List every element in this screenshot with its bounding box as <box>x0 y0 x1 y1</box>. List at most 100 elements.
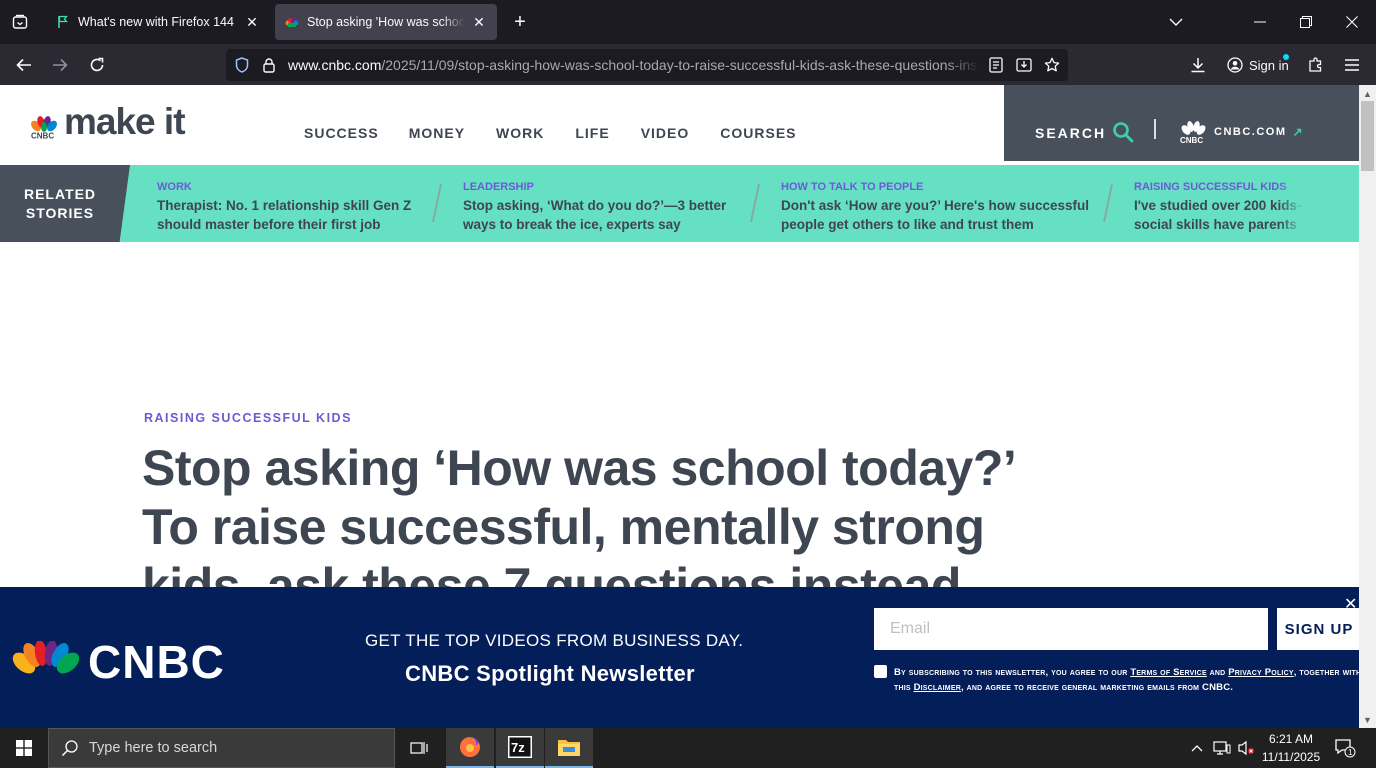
show-hidden-icons-chevron-icon[interactable] <box>1186 728 1208 768</box>
nav-work[interactable]: WORK <box>496 125 544 141</box>
article-kicker[interactable]: RAISING SUCCESSFUL KIDS <box>144 411 352 425</box>
cnbc-com-link[interactable]: CNBC CNBC.COM ↗ <box>1180 120 1304 144</box>
svg-text:CNBC: CNBC <box>1180 136 1203 144</box>
newsletter-name: CNBC Spotlight Newsletter <box>405 661 695 686</box>
related-story-3[interactable]: HOW TO TALK TO PEOPLE Don't ask ‘How are… <box>781 181 1089 234</box>
story-headline-line1[interactable]: I've studied over 200 kids- <box>1134 196 1304 215</box>
extensions-icon[interactable] <box>1303 52 1329 78</box>
tab-firefox-whats-new[interactable]: What's new with Firefox 144 ✕ <box>46 4 270 40</box>
scroll-up-arrow-icon[interactable]: ▲ <box>1362 88 1373 99</box>
svg-text:1: 1 <box>1348 748 1353 757</box>
nav-video[interactable]: VIDEO <box>641 125 690 141</box>
email-field[interactable] <box>874 608 1268 650</box>
tab-title: Stop asking 'How was school today?' To r… <box>307 15 465 29</box>
chevron-down-icon[interactable] <box>1164 10 1188 34</box>
minimize-icon[interactable] <box>1248 10 1272 34</box>
notification-center-icon[interactable]: 1 <box>1330 728 1360 768</box>
story-headline-line2[interactable]: people get others to like and trust them <box>781 215 1089 234</box>
consent-checkbox[interactable] <box>874 665 887 678</box>
reload-icon[interactable] <box>84 52 110 78</box>
start-button-windows-icon[interactable] <box>0 728 48 768</box>
taskbar-search-box[interactable]: Type here to search <box>48 728 395 768</box>
url-bar[interactable]: www.cnbc.com/2025/11/09/stop-asking-how-… <box>226 49 1068 81</box>
clock-time: 6:21 AM <box>1268 732 1314 746</box>
close-window-icon[interactable] <box>1340 10 1364 34</box>
tab-cnbc-article[interactable]: Stop asking 'How was school today?' To r… <box>275 4 497 40</box>
newsletter-banner: CNBC GET THE TOP VIDEOS FROM BUSINESS DA… <box>0 587 1359 728</box>
related-story-4[interactable]: RAISING SUCCESSFUL KIDS I've studied ove… <box>1134 181 1304 234</box>
downloads-icon[interactable] <box>1185 52 1211 78</box>
scroll-down-arrow-icon[interactable]: ▼ <box>1362 714 1373 725</box>
tracking-shield-icon[interactable] <box>233 56 251 74</box>
7zip-taskbar-icon[interactable]: 7z <box>496 728 544 768</box>
url-text[interactable]: www.cnbc.com/2025/11/09/stop-asking-how-… <box>288 49 980 81</box>
cnbc-banner-logo: CNBC <box>12 635 225 689</box>
close-banner-icon[interactable]: ✕ <box>1344 597 1357 613</box>
header-utility: SEARCH CNBC CNBC.COM ↗ <box>1004 85 1359 161</box>
cnbc-peacock-logo-icon: CNBC <box>31 116 57 139</box>
story-kicker[interactable]: LEADERSHIP <box>463 181 726 193</box>
bookmark-star-icon[interactable] <box>1043 56 1061 74</box>
make-it-logo[interactable]: CNBC make it <box>30 101 186 142</box>
search-icon[interactable] <box>1112 121 1134 148</box>
list-all-tabs-icon[interactable] <box>8 10 32 34</box>
story-kicker[interactable]: HOW TO TALK TO PEOPLE <box>781 181 1089 193</box>
sign-in-label: Sign in <box>1249 57 1289 73</box>
nav-success[interactable]: SUCCESS <box>304 125 379 141</box>
close-tab-icon[interactable]: ✕ <box>471 14 487 30</box>
menu-hamburger-icon[interactable] <box>1339 52 1365 78</box>
disclaimer-link[interactable]: Disclaimer <box>914 682 961 693</box>
sign-up-button[interactable]: SIGN UP <box>1277 608 1359 650</box>
story-headline-line2[interactable]: ways to break the ice, experts say <box>463 215 726 234</box>
volume-muted-icon[interactable] <box>1234 728 1258 768</box>
cnbc-peacock-white-icon: CNBC <box>1180 121 1206 144</box>
reader-view-icon[interactable] <box>987 56 1005 74</box>
related-story-1[interactable]: WORK Therapist: No. 1 relationship skill… <box>157 181 411 234</box>
story-kicker[interactable]: RAISING SUCCESSFUL KIDS <box>1134 181 1304 193</box>
story-headline-line1[interactable]: Stop asking, ‘What do you do?’—3 better <box>463 196 726 215</box>
file-explorer-taskbar-icon[interactable] <box>545 728 593 768</box>
firefox-flag-icon <box>56 15 70 29</box>
task-view-icon[interactable] <box>396 728 444 768</box>
nav-money[interactable]: MONEY <box>409 125 465 141</box>
make-it-wordmark: make it <box>64 101 186 142</box>
story-headline-line1[interactable]: Don't ask ‘How are you?’ Here's how succ… <box>781 196 1089 215</box>
story-headline-line1[interactable]: Therapist: No. 1 relationship skill Gen … <box>157 196 411 215</box>
related-stories-bar: RELATED STORIES WORK Therapist: No. 1 rel… <box>0 165 1359 242</box>
search-button[interactable]: SEARCH <box>1035 125 1106 141</box>
svg-text:7z: 7z <box>511 740 525 755</box>
forward-arrow-icon[interactable] <box>47 52 73 78</box>
firefox-taskbar-icon[interactable] <box>446 728 494 768</box>
story-headline-line2[interactable]: social skills have parents <box>1134 215 1304 234</box>
back-arrow-icon[interactable] <box>11 52 37 78</box>
article-title-line2: To raise successful, mentally strong <box>142 499 985 555</box>
notification-dot <box>1283 54 1289 60</box>
nav-life[interactable]: LIFE <box>575 125 609 141</box>
page-scrollbar[interactable]: ▲ ▼ <box>1359 85 1376 728</box>
system-clock[interactable]: 6:21 AM 11/11/2025 <box>1256 730 1326 766</box>
related-story-2[interactable]: LEADERSHIP Stop asking, ‘What do you do?… <box>463 181 726 234</box>
main-nav: SUCCESS MONEY WORK LIFE VIDEO COURSES <box>304 125 797 141</box>
terms-of-service-link[interactable]: Terms of Service <box>1130 667 1207 678</box>
close-tab-icon[interactable]: ✕ <box>244 14 260 30</box>
story-kicker[interactable]: WORK <box>157 181 411 193</box>
url-host: www.cnbc.com <box>288 57 382 73</box>
consent-and: and <box>1206 667 1229 678</box>
cnbc-wordmark: CNBC <box>88 636 225 688</box>
sign-in-button[interactable]: Sign in <box>1219 50 1295 80</box>
cnbc-com-label: CNBC.COM <box>1214 126 1287 138</box>
story-headline-line2[interactable]: should master before their first job <box>157 215 411 234</box>
related-stories-label: RELATED STORIES <box>0 165 130 242</box>
lock-icon[interactable] <box>260 56 278 74</box>
web-page: CNBC make it SUCCESS MONEY WORK LIFE VID… <box>0 85 1359 728</box>
network-icon[interactable] <box>1210 728 1234 768</box>
new-tab-icon[interactable]: + <box>508 10 532 34</box>
windows-taskbar: Type here to search 7z 6:21 AM 11/11/202… <box>0 728 1376 768</box>
cnbc-peacock-icon <box>285 15 299 29</box>
account-icon <box>1227 57 1243 73</box>
nav-courses[interactable]: COURSES <box>720 125 796 141</box>
install-app-icon[interactable] <box>1015 56 1033 74</box>
privacy-policy-link[interactable]: Privacy Policy <box>1228 667 1293 678</box>
scroll-thumb[interactable] <box>1361 101 1374 171</box>
restore-icon[interactable] <box>1294 10 1318 34</box>
